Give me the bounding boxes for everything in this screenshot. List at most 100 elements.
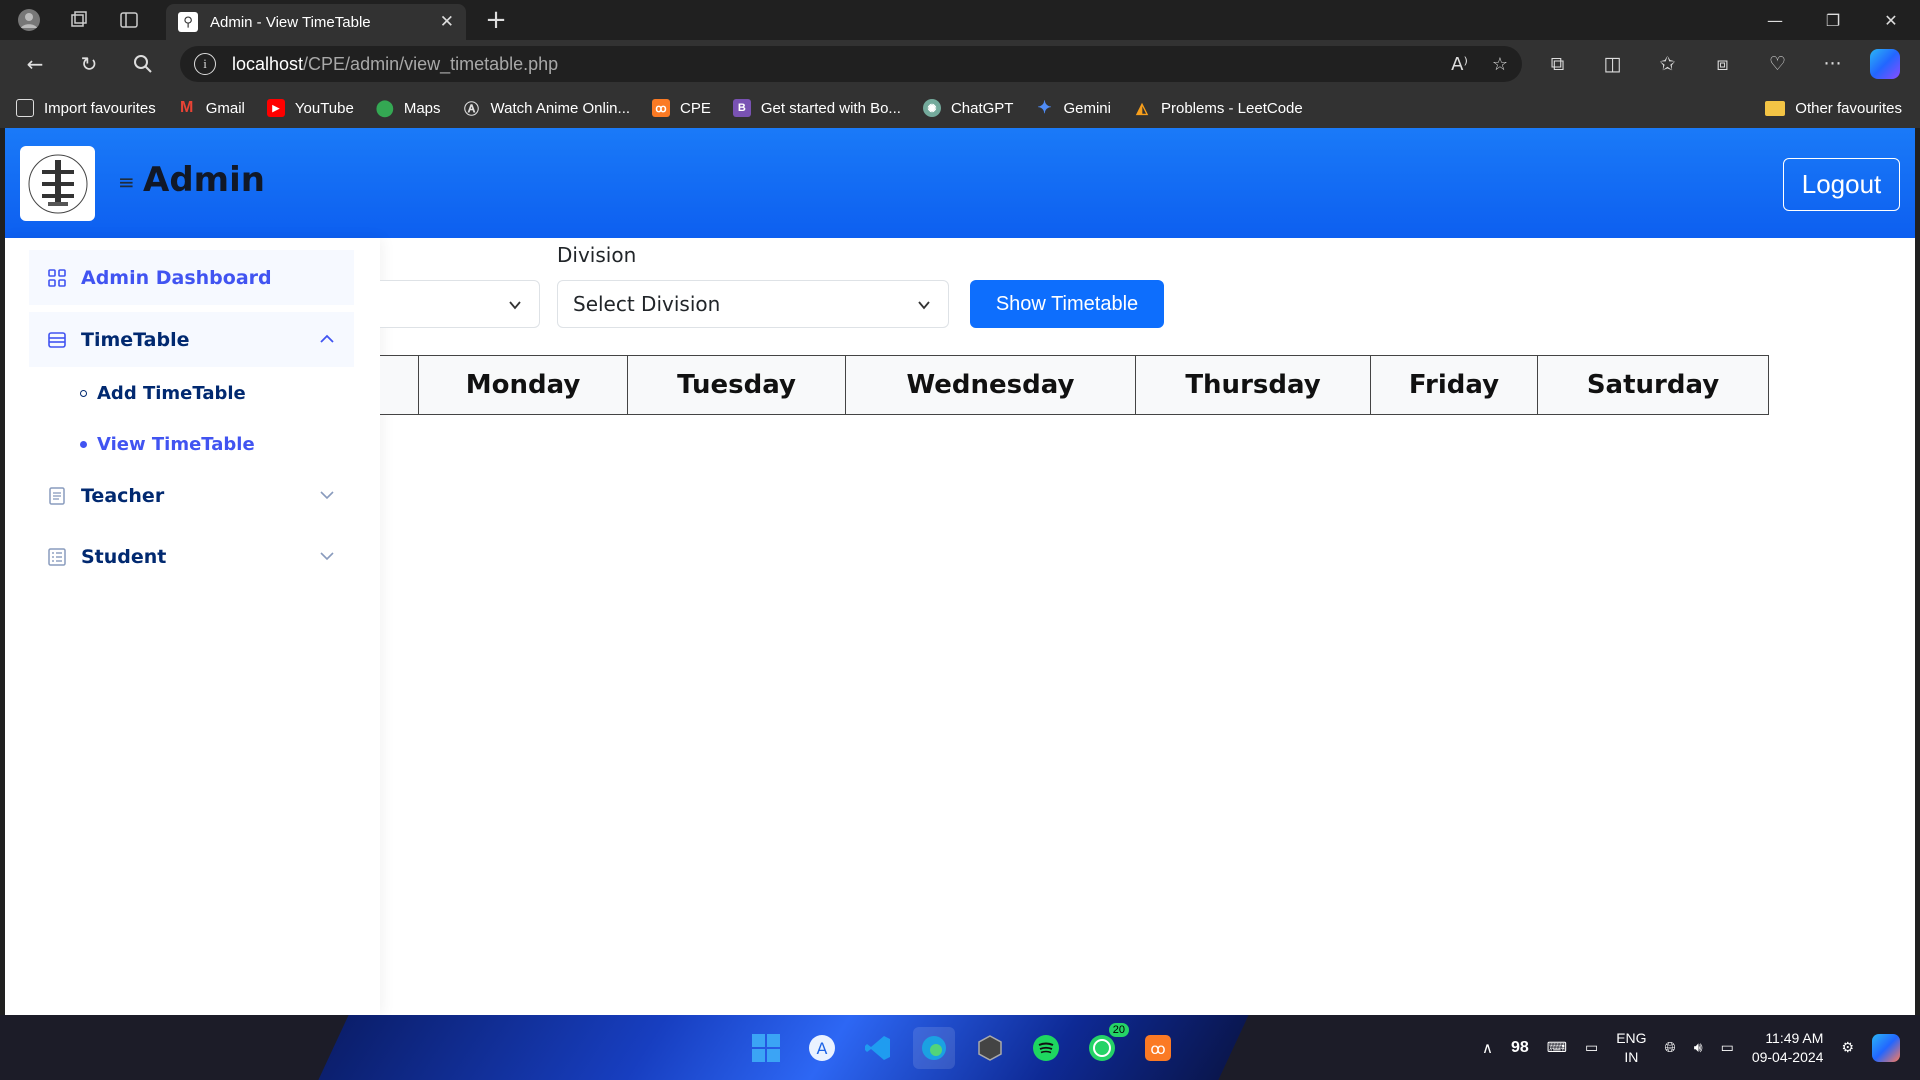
favorites-icon[interactable]: ✩ <box>1640 44 1695 84</box>
sidebar-item-admin-dashboard[interactable]: Admin Dashboard <box>29 250 354 305</box>
chevron-down-icon[interactable] <box>318 547 336 565</box>
whatsapp-icon[interactable]: 20 <box>1081 1023 1129 1069</box>
bookmark-item[interactable]: ⬤ Maps <box>375 99 441 118</box>
workspaces-icon[interactable] <box>54 0 104 40</box>
bookmark-item[interactable]: ▶ YouTube <box>266 99 354 117</box>
menu-toggle-icon[interactable]: ≡ <box>118 170 135 194</box>
window-controls: — ❐ ✕ <box>1746 0 1920 40</box>
battery-icon[interactable]: ▭ <box>1721 1039 1734 1056</box>
tab-title: Admin - View TimeTable <box>210 13 371 31</box>
bookmark-item[interactable]: Ⓐ Watch Anime Onlin... <box>463 99 630 118</box>
vscode-icon[interactable] <box>857 1027 899 1069</box>
bookmark-item[interactable]: ◭ Problems - LeetCode <box>1133 99 1303 118</box>
copilot-taskbar-icon[interactable] <box>1872 1033 1900 1062</box>
url-path: /CPE/admin/view_timetable.php <box>303 53 559 74</box>
collections-icon[interactable]: ⧈ <box>1695 44 1750 84</box>
sidebar-item-timetable[interactable]: TimeTable <box>29 312 354 367</box>
chevron-down-icon[interactable] <box>318 486 336 504</box>
table-header-cell: Saturday <box>1537 356 1768 414</box>
anime-icon: Ⓐ <box>464 100 480 118</box>
sidebar: Admin Dashboard TimeTable Add TimeTable … <box>5 238 380 1015</box>
browser-essentials-icon[interactable]: ♡ <box>1750 44 1805 84</box>
bookmark-other-favourites[interactable]: Other favourites <box>1765 88 1902 128</box>
tab-active[interactable]: ⚲ Admin - View TimeTable ✕ <box>166 4 466 40</box>
sidebar-subitem-add-timetable[interactable]: Add TimeTable <box>80 383 246 404</box>
back-icon[interactable]: ← <box>8 44 62 84</box>
site-header: ≡ Admin Logout <box>5 128 1915 238</box>
network-icon[interactable]: 🌐︎ <box>1665 1039 1676 1056</box>
table-header-cell: Tuesday <box>627 356 845 414</box>
xampp-icon: ꝏ <box>652 99 671 117</box>
sidebar-item-teacher[interactable]: Teacher <box>29 468 354 523</box>
new-tab-icon[interactable]: + <box>478 4 514 36</box>
xampp-icon[interactable]: ꝏ <box>1137 1027 1179 1069</box>
chevron-up-icon[interactable]: ∧ <box>1482 1039 1493 1057</box>
sidebar-subitem-view-timetable[interactable]: View TimeTable <box>80 434 255 455</box>
timetable-header-row: Monday Tuesday Wednesday Thursday Friday… <box>380 355 1769 415</box>
windows-start-icon[interactable] <box>745 1027 787 1069</box>
list-icon <box>47 547 67 567</box>
show-timetable-button[interactable]: Show Timetable <box>970 280 1164 328</box>
logout-button[interactable]: Logout <box>1783 158 1900 211</box>
browser-tab-bar: ⚲ Admin - View TimeTable ✕ + — ❐ ✕ <box>0 0 1920 40</box>
maps-pin-icon: ⬤ <box>375 100 394 117</box>
bookmark-item[interactable]: ꝏ CPE <box>652 99 711 117</box>
split-screen-icon[interactable]: ◫ <box>1585 44 1640 84</box>
chevron-up-icon[interactable] <box>318 330 336 348</box>
restore-icon[interactable]: ❐ <box>1804 0 1862 40</box>
profile-avatar-icon[interactable] <box>4 0 54 40</box>
settings-gear-icon[interactable]: ⚙ <box>1841 1039 1854 1056</box>
app-store-icon[interactable]: A <box>801 1027 843 1069</box>
svg-text:A: A <box>817 1039 828 1058</box>
table-header-cell <box>380 356 418 414</box>
bookmark-item[interactable]: B Get started with Bo... <box>732 99 901 117</box>
class-select[interactable] <box>380 280 540 328</box>
bookmark-item[interactable]: Import favourites <box>16 99 156 117</box>
gmail-icon: M <box>180 99 194 116</box>
read-aloud-icon[interactable]: A⁾ <box>1451 54 1468 75</box>
browser-toolbar-right: ⧉ ◫ ✩ ⧈ ♡ ··· <box>1530 44 1900 84</box>
more-menu-icon[interactable]: ··· <box>1805 44 1860 84</box>
close-window-icon[interactable]: ✕ <box>1862 0 1920 40</box>
minimize-icon[interactable]: — <box>1746 0 1804 40</box>
college-logo[interactable] <box>20 146 95 221</box>
journal-icon <box>47 486 67 506</box>
sidebar-subitem-label: View TimeTable <box>97 434 255 455</box>
bookmark-item[interactable]: ✺ ChatGPT <box>922 99 1013 117</box>
favorite-star-icon[interactable]: ☆ <box>1492 54 1508 75</box>
sidebar-item-label: Teacher <box>81 484 165 507</box>
volume-icon[interactable]: 🔊︎ <box>1694 1039 1703 1056</box>
sidebar-item-student[interactable]: Student <box>29 529 354 584</box>
close-tab-icon[interactable]: ✕ <box>440 12 454 32</box>
extensions-icon[interactable]: ⧉ <box>1530 44 1585 84</box>
tab-actions-icon[interactable] <box>104 0 154 40</box>
table-header-cell: Monday <box>418 356 627 414</box>
address-bar[interactable]: i localhost /CPE/admin/view_timetable.ph… <box>180 46 1522 82</box>
bootstrap-icon: B <box>732 99 751 117</box>
site-favicon-icon: ⚲ <box>178 12 198 32</box>
division-label: Division <box>557 243 637 267</box>
browser-nav-bar: ← ↻ i localhost /CPE/admin/view_timetabl… <box>0 40 1920 88</box>
division-select[interactable]: Select Division <box>557 280 949 328</box>
url-host: localhost <box>232 53 304 74</box>
tablet-icon[interactable]: ▭ <box>1585 1039 1598 1056</box>
circle-icon <box>80 390 87 397</box>
bookmark-item[interactable]: ✦ Gemini <box>1035 98 1111 117</box>
gemini-sparkle-icon: ✦ <box>1037 98 1052 117</box>
keyboard-icon[interactable]: ⌨ <box>1547 1039 1567 1056</box>
page-viewport: ≡ Admin Logout Admin Dashboard TimeTable… <box>5 128 1915 1015</box>
page-title: Admin <box>143 160 265 200</box>
clock[interactable]: 11:49 AM 09-04-2024 <box>1752 1029 1824 1067</box>
unity-icon[interactable] <box>969 1027 1011 1069</box>
site-info-icon[interactable]: i <box>194 53 216 75</box>
edge-browser-icon[interactable] <box>913 1027 955 1069</box>
search-icon[interactable] <box>116 44 170 84</box>
copilot-icon[interactable] <box>1870 49 1900 79</box>
refresh-icon[interactable]: ↻ <box>62 44 116 84</box>
tray-number[interactable]: 98 <box>1511 1039 1529 1057</box>
bookmark-item[interactable]: M Gmail <box>178 99 245 117</box>
sidebar-item-label: Admin Dashboard <box>81 266 272 289</box>
spotify-icon[interactable] <box>1025 1027 1067 1069</box>
language-indicator[interactable]: ENG IN <box>1616 1029 1646 1067</box>
leetcode-icon: ◭ <box>1136 100 1148 117</box>
